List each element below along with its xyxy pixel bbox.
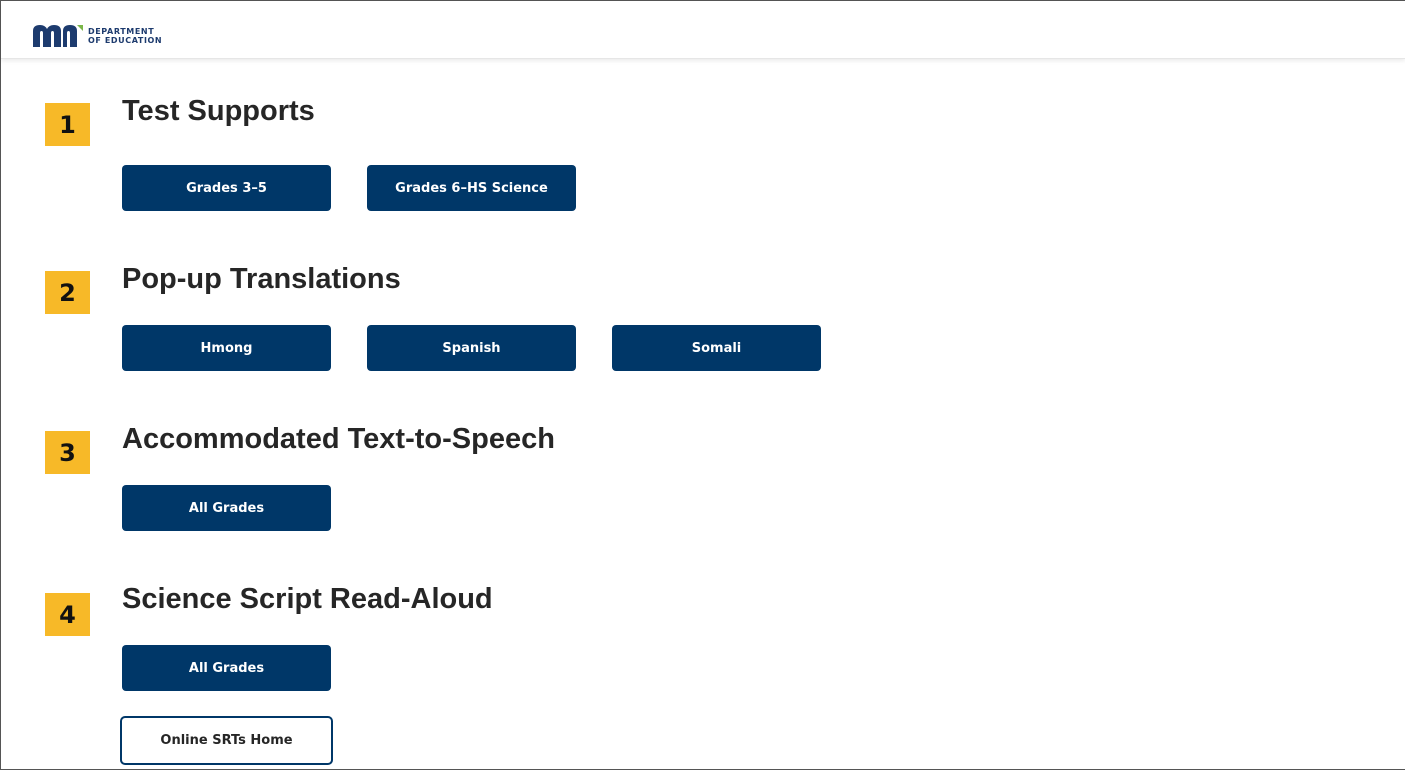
section-title-accommodated-tts: Accommodated Text-to-Speech [122, 423, 555, 455]
mn-education-logo[interactable]: DEPARTMENT OF EDUCATION [33, 25, 162, 47]
section-title-science-script: Science Script Read-Aloud [122, 583, 493, 615]
section-title-popup-translations: Pop-up Translations [122, 263, 401, 295]
hmong-button[interactable]: Hmong [122, 325, 331, 371]
spanish-button[interactable]: Spanish [367, 325, 576, 371]
online-srts-home-button[interactable]: Online SRTs Home [120, 716, 333, 765]
step-badge-2: 2 [45, 271, 90, 314]
site-header: DEPARTMENT OF EDUCATION [1, 1, 1405, 59]
step-badge-4: 4 [45, 593, 90, 636]
grades-6-hs-science-button[interactable]: Grades 6–HS Science [367, 165, 576, 211]
grades-3-5-button[interactable]: Grades 3–5 [122, 165, 331, 211]
step-badge-1: 1 [45, 103, 90, 146]
logo-line2: OF EDUCATION [88, 36, 163, 45]
step-badge-3: 3 [45, 431, 90, 474]
tts-all-grades-button[interactable]: All Grades [122, 485, 331, 531]
read-aloud-all-grades-button[interactable]: All Grades [122, 645, 331, 691]
logo-wordmark: DEPARTMENT OF EDUCATION [88, 27, 162, 45]
mn-logo-icon [33, 25, 83, 47]
logo-line1: DEPARTMENT [88, 27, 155, 36]
section-title-test-supports: Test Supports [122, 95, 315, 127]
somali-button[interactable]: Somali [612, 325, 821, 371]
